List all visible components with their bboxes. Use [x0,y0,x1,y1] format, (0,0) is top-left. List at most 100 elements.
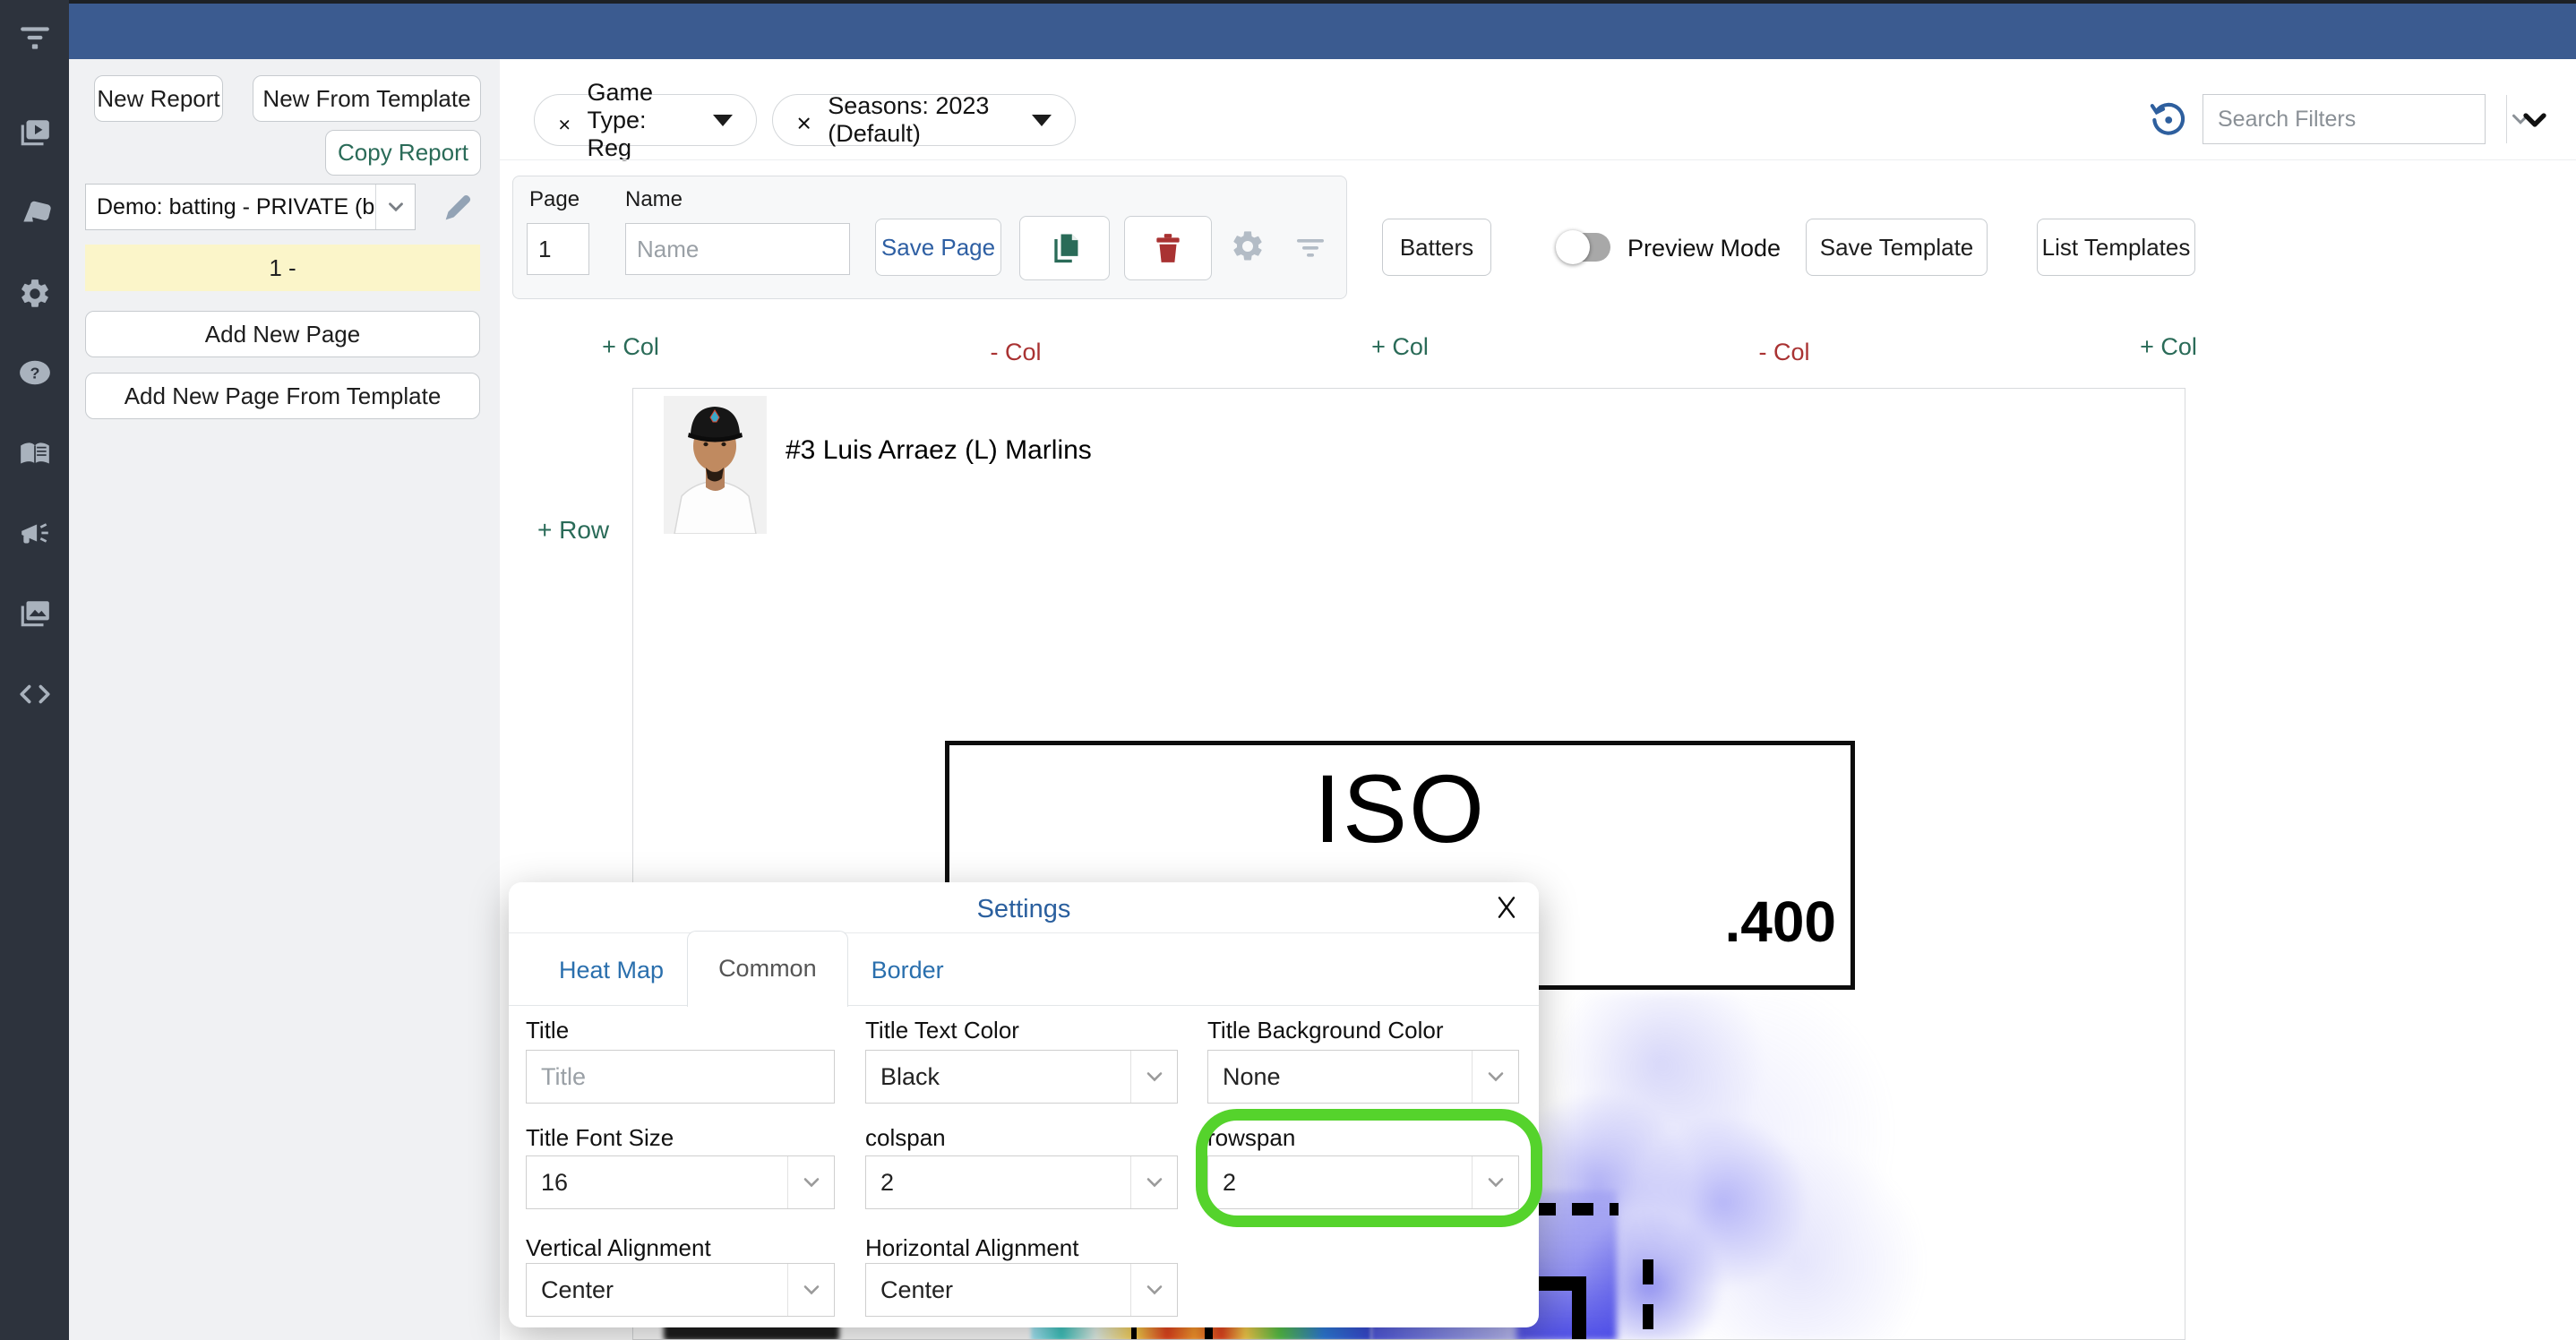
edit-report-icon[interactable] [440,190,476,226]
menu-filter-icon[interactable] [17,20,53,56]
dropdown-triangle-icon [713,115,733,126]
video-library-icon[interactable] [17,115,53,150]
select-value: None [1223,1063,1281,1091]
help-icon[interactable]: ? [17,355,53,391]
select-value: 2 [1223,1169,1236,1197]
title-label: Title [526,1017,835,1044]
title-background-color-label: Title Background Color [1207,1017,1519,1044]
filter-chip-game-type[interactable]: Game Type: Reg [534,94,757,146]
cards-icon[interactable] [17,195,53,231]
batters-button[interactable]: Batters [1382,219,1491,276]
chevron-down-icon [787,1264,834,1316]
add-col-button[interactable]: + Col [602,333,659,361]
vertical-alignment-label: Vertical Alignment [526,1234,835,1262]
chevron-down-icon [1472,1051,1518,1103]
add-col-button[interactable]: + Col [1371,333,1429,361]
filter-chip-label: Game Type: Reg [587,79,697,162]
title-font-size-select[interactable]: 16 [526,1155,835,1209]
app-screen: ? New Report New From Template Copy Repo… [0,0,2576,1340]
select-value: Center [880,1276,953,1304]
delete-page-button[interactable] [1124,216,1212,280]
chevron-down-icon [375,185,415,229]
top-navbar [0,0,2576,59]
scale-max-value: .400 [1724,889,1836,955]
title-text-color-select[interactable]: Black [865,1050,1178,1104]
modal-header: Settings [509,882,1539,933]
list-templates-button[interactable]: List Templates [2037,219,2195,276]
chevron-down-icon [1472,1156,1518,1208]
horizontal-alignment-select[interactable]: Center [865,1263,1178,1317]
title-input[interactable] [526,1050,835,1104]
report-panel: New Report New From Template Copy Report… [69,59,500,1340]
svg-text:?: ? [30,364,39,382]
new-from-template-button[interactable]: New From Template [253,75,481,122]
chevron-down-icon [787,1156,834,1208]
app-sidebar: ? [0,0,69,1340]
gear-icon[interactable] [17,276,53,312]
title-font-size-label: Title Font Size [526,1124,835,1152]
filter-history-icon[interactable] [2148,100,2187,140]
book-icon[interactable] [17,436,53,472]
player-headshot [664,396,767,534]
tab-border[interactable]: Border [848,935,967,1005]
top-border-line [0,0,2576,4]
chevron-down-icon [1130,1264,1177,1316]
title-background-color-select[interactable]: None [1207,1050,1519,1104]
code-icon[interactable] [17,676,53,712]
strike-zone-dashed-line [1643,1259,1653,1340]
megaphone-icon[interactable] [17,516,53,552]
search-filters-input[interactable] [2203,95,2506,143]
close-icon[interactable] [1492,893,1521,922]
select-value: 2 [880,1169,894,1197]
rowspan-label: rowspan [1207,1124,1519,1152]
vertical-alignment-select[interactable]: Center [526,1263,835,1317]
remove-filter-icon[interactable] [558,109,571,131]
page-number-input[interactable] [527,223,589,275]
toggle-knob [1556,230,1590,264]
collapse-filters-icon[interactable] [2517,102,2553,138]
horizontal-alignment-label: Horizontal Alignment [865,1234,1178,1262]
colspan-label: colspan [865,1124,1178,1152]
remove-col-button[interactable]: - Col [990,339,1041,366]
add-col-button[interactable]: + Col [2140,333,2197,361]
chevron-down-icon [1130,1051,1177,1103]
save-template-button[interactable]: Save Template [1806,219,1988,276]
filter-chip-seasons[interactable]: Seasons: 2023 (Default) [772,94,1076,146]
new-report-button[interactable]: New Report [94,75,223,122]
divider [500,159,2576,160]
save-page-button[interactable]: Save Page [875,219,1001,276]
report-select-value: Demo: batting - PRIVATE (brad... [86,194,375,220]
copy-report-button[interactable]: Copy Report [325,130,481,176]
preview-mode-toggle[interactable] [1558,233,1610,262]
copy-page-button[interactable] [1019,216,1110,280]
page-list-item[interactable]: 1 - [85,245,480,291]
add-new-page-button[interactable]: Add New Page [85,311,480,357]
add-row-button[interactable]: + Row [537,516,609,545]
add-new-page-from-template-button[interactable]: Add New Page From Template [85,373,480,419]
remove-col-button[interactable]: - Col [1758,339,1809,366]
tab-heat-map[interactable]: Heat Map [536,935,687,1005]
rowspan-select[interactable]: 2 [1207,1155,1519,1209]
images-icon[interactable] [17,596,53,631]
modal-tabs: Heat Map Common Border [509,936,1539,1006]
remove-filter-icon[interactable] [796,109,811,131]
settings-modal: Settings Heat Map Common Border Title Ti… [509,882,1539,1327]
colspan-select[interactable]: 2 [865,1155,1178,1209]
name-label: Name [625,187,683,212]
strike-zone-dashed-line [1534,1203,1619,1215]
modal-title: Settings [509,895,1539,924]
tab-common[interactable]: Common [687,931,848,1007]
select-value: Center [541,1276,614,1304]
select-value: Black [880,1063,940,1091]
preview-mode-label: Preview Mode [1627,235,1781,262]
page-editor-bar: Page Name Save Page [512,176,1347,299]
search-filters-box [2202,94,2486,144]
page-name-input[interactable] [625,223,850,275]
page-settings-gear-icon[interactable] [1230,228,1266,269]
cell-title: ISO [949,752,1850,864]
filter-chip-label: Seasons: 2023 (Default) [828,92,1016,148]
page-filter-icon[interactable] [1294,232,1327,269]
page-label: Page [529,187,580,212]
title-text-color-label: Title Text Color [865,1017,1178,1044]
report-select[interactable]: Demo: batting - PRIVATE (brad... [85,184,416,230]
